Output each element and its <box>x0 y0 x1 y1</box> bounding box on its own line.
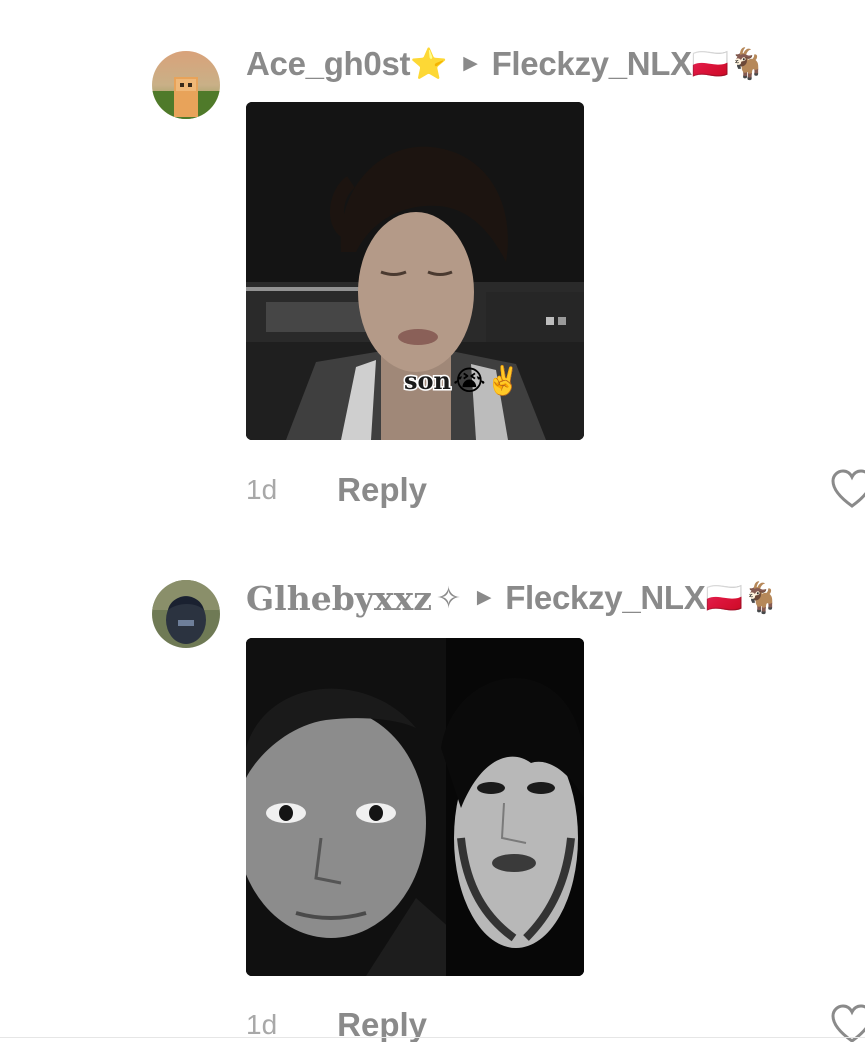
username-emoji: ⭐ <box>410 47 448 81</box>
comment-meta: 1d Reply <box>246 468 427 512</box>
reply-to-username[interactable]: Fleckzy_NLX <box>505 579 706 617</box>
sticker-emoji: 😭✌️ <box>452 365 521 396</box>
sticker-text: son <box>403 365 453 397</box>
reply-to-emoji: 🇵🇱🐐 <box>705 581 780 615</box>
username[interactable]: Ace_gh0st <box>246 45 411 83</box>
triangle-right-icon: ▶ <box>476 586 492 608</box>
avatar[interactable] <box>152 51 220 119</box>
username-emoji: ✧ <box>436 581 461 615</box>
username[interactable]: Glhebyxxz <box>246 579 432 618</box>
comment-media[interactable]: son 😭✌️ <box>246 102 584 440</box>
comment-media[interactable] <box>246 638 584 976</box>
media-sticker: son 😭✌️ <box>403 364 521 397</box>
comment-header: Ace_gh0st ⭐ ▶ Fleckzy_NLX 🇵🇱🐐 <box>246 42 766 86</box>
comments-page: Ace_gh0st ⭐ ▶ Fleckzy_NLX 🇵🇱🐐 son 😭✌️ 1d… <box>0 0 865 1042</box>
media-photo <box>246 638 584 976</box>
timestamp: 1d <box>246 474 278 505</box>
comment-header: Glhebyxxz ✧ ▶ Fleckzy_NLX 🇵🇱🐐 <box>246 576 780 620</box>
reply-button[interactable]: Reply <box>337 471 427 509</box>
reply-to-emoji: 🇵🇱🐐 <box>691 47 766 81</box>
divider <box>0 1037 865 1038</box>
avatar-image <box>152 580 220 648</box>
avatar[interactable] <box>152 580 220 648</box>
avatar-image <box>152 51 220 119</box>
triangle-right-icon: ▶ <box>463 52 478 74</box>
reply-to-username[interactable]: Fleckzy_NLX <box>492 45 693 83</box>
heart-outline-icon[interactable] <box>830 468 865 512</box>
